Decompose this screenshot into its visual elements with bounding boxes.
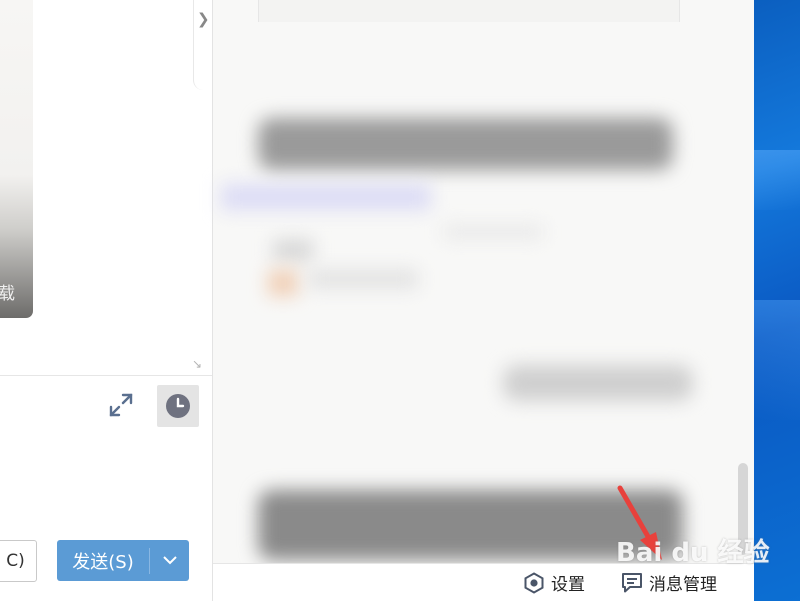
annotation-arrow [617, 485, 662, 560]
baidu-watermark: Bai du 经验 [616, 538, 770, 568]
